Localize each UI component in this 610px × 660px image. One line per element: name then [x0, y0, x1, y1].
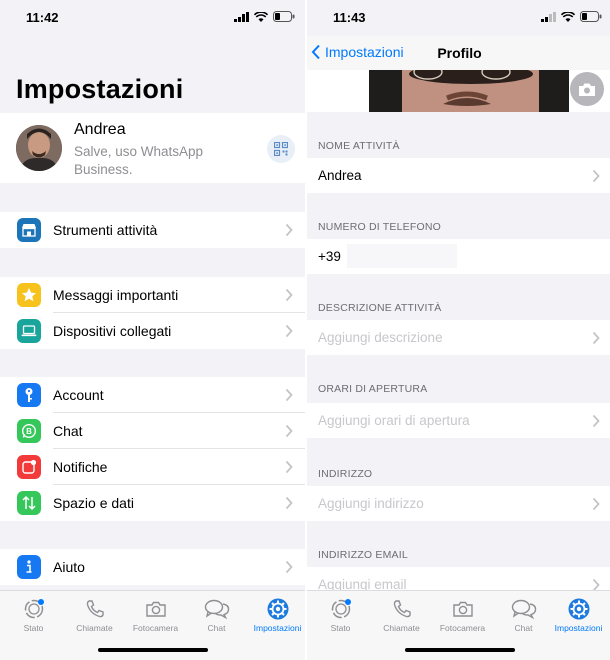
chevron-right-icon — [592, 331, 600, 345]
nav-title: Profilo — [437, 45, 482, 61]
data-arrows-icon — [17, 491, 41, 515]
chevron-right-icon — [285, 324, 293, 338]
tab-impostazioni[interactable]: Impostazioni — [247, 597, 305, 633]
phone-number-redacted — [347, 244, 457, 268]
chevron-right-icon — [285, 460, 293, 474]
camera-icon — [579, 83, 595, 96]
chevron-right-icon — [285, 560, 293, 574]
opening-hours-field[interactable]: Aggiungi orari di apertura — [307, 403, 610, 438]
address-field[interactable]: Aggiungi indirizzo — [307, 486, 610, 521]
status-bar: 11:43 — [307, 0, 610, 36]
store-icon — [17, 218, 41, 242]
info-icon — [17, 555, 41, 579]
settings-screen: 11:42 Impostazioni Andrea Salve, uso Wha… — [0, 0, 305, 660]
business-name-field[interactable]: Andrea — [307, 158, 610, 193]
profile-photo[interactable] — [307, 70, 610, 112]
tab-bar: Stato Chiamate Fotocamera Chat Impostazi… — [307, 590, 610, 660]
change-photo-button[interactable] — [570, 72, 604, 106]
settings-item-dispositivi-collegati[interactable]: Dispositivi collegati — [0, 313, 305, 349]
tab-chat[interactable]: Chat — [493, 597, 554, 633]
chat-bubbles-icon — [204, 599, 229, 620]
tab-stato[interactable]: Stato — [3, 597, 64, 633]
tab-chiamate[interactable]: Chiamate — [64, 597, 125, 633]
svg-text:B: B — [26, 427, 32, 436]
chevron-right-icon — [285, 223, 293, 237]
settings-item-account[interactable]: Account — [0, 377, 305, 413]
whatsapp-business-icon: B — [17, 419, 41, 443]
status-time: 11:43 — [333, 10, 366, 25]
business-description-field[interactable]: Aggiungi descrizione — [307, 320, 610, 355]
laptop-icon — [17, 319, 41, 343]
tab-chiamate[interactable]: Chiamate — [371, 597, 432, 633]
star-icon — [17, 283, 41, 307]
section-header: INDIRIZZO — [318, 468, 373, 480]
signal-icon — [234, 11, 249, 22]
section-header: NUMERO DI TELEFONO — [318, 221, 442, 233]
status-time: 11:42 — [26, 10, 59, 25]
battery-icon — [580, 11, 602, 22]
tab-fotocamera[interactable]: Fotocamera — [432, 597, 493, 633]
avatar[interactable] — [16, 125, 62, 171]
wifi-icon — [254, 11, 268, 22]
settings-item-spazio-e-dati[interactable]: Spazio e dati — [0, 485, 305, 521]
settings-gear-icon — [568, 598, 589, 620]
status-icon — [331, 599, 351, 619]
profile-name: Andrea — [74, 121, 126, 138]
settings-item-messaggi-importanti[interactable]: Messaggi importanti — [0, 277, 305, 313]
section-header: ORARI DI APERTURA — [318, 383, 428, 395]
camera-icon — [145, 601, 166, 617]
chevron-right-icon — [592, 497, 600, 511]
qr-code-button[interactable] — [267, 135, 295, 163]
status-bar: 11:42 — [0, 0, 305, 36]
profile-screen: 11:43 Impostazioni Profilo NOME ATTIVITÀ… — [307, 0, 610, 660]
settings-item-aiuto[interactable]: Aiuto — [0, 549, 305, 585]
phone-number-field: +39 — [307, 239, 610, 274]
chevron-right-icon — [285, 388, 293, 402]
settings-group-messages: Messaggi importanti Dispositivi collegat… — [0, 277, 305, 349]
chevron-right-icon — [285, 496, 293, 510]
tab-impostazioni[interactable]: Impostazioni — [548, 597, 609, 633]
tab-bar: Stato Chiamate Fotocamera Chat Impostazi… — [0, 590, 305, 660]
wifi-icon — [561, 11, 575, 22]
settings-group-account: Account B Chat Notifiche Spazio e dati — [0, 377, 305, 521]
tab-fotocamera[interactable]: Fotocamera — [125, 597, 186, 633]
phone-icon — [86, 600, 104, 618]
section-header: INDIRIZZO EMAIL — [318, 549, 408, 561]
battery-icon — [273, 11, 295, 22]
tab-stato[interactable]: Stato — [310, 597, 371, 633]
chevron-right-icon — [592, 414, 600, 428]
section-header: NOME ATTIVITÀ — [318, 140, 400, 152]
settings-group-tools: Strumenti attività — [0, 212, 305, 248]
chevron-right-icon — [285, 288, 293, 302]
settings-gear-icon — [267, 598, 288, 620]
settings-item-strumenti-attivita[interactable]: Strumenti attività — [0, 212, 305, 248]
camera-icon — [452, 601, 473, 617]
section-header: DESCRIZIONE ATTIVITÀ — [318, 302, 442, 314]
home-indicator — [97, 648, 208, 652]
navigation-bar: Impostazioni Profilo — [307, 36, 610, 70]
key-icon — [17, 383, 41, 407]
settings-group-help: Aiuto — [0, 549, 305, 585]
notification-icon — [17, 455, 41, 479]
chat-bubbles-icon — [511, 599, 536, 620]
chevron-right-icon — [285, 424, 293, 438]
home-indicator — [404, 648, 515, 652]
signal-icon — [541, 11, 556, 22]
page-title: Impostazioni — [16, 74, 184, 104]
profile-card[interactable]: Andrea Salve, uso WhatsApp Business. — [0, 113, 305, 183]
status-icon — [24, 599, 44, 619]
tab-chat[interactable]: Chat — [186, 597, 247, 633]
profile-status: Salve, uso WhatsApp Business. — [74, 144, 204, 177]
profile-photo-image — [307, 70, 610, 112]
qr-code-icon — [274, 142, 288, 156]
phone-icon — [393, 600, 411, 618]
settings-item-chat[interactable]: B Chat — [0, 413, 305, 449]
chevron-right-icon — [592, 169, 600, 183]
settings-item-notifiche[interactable]: Notifiche — [0, 449, 305, 485]
